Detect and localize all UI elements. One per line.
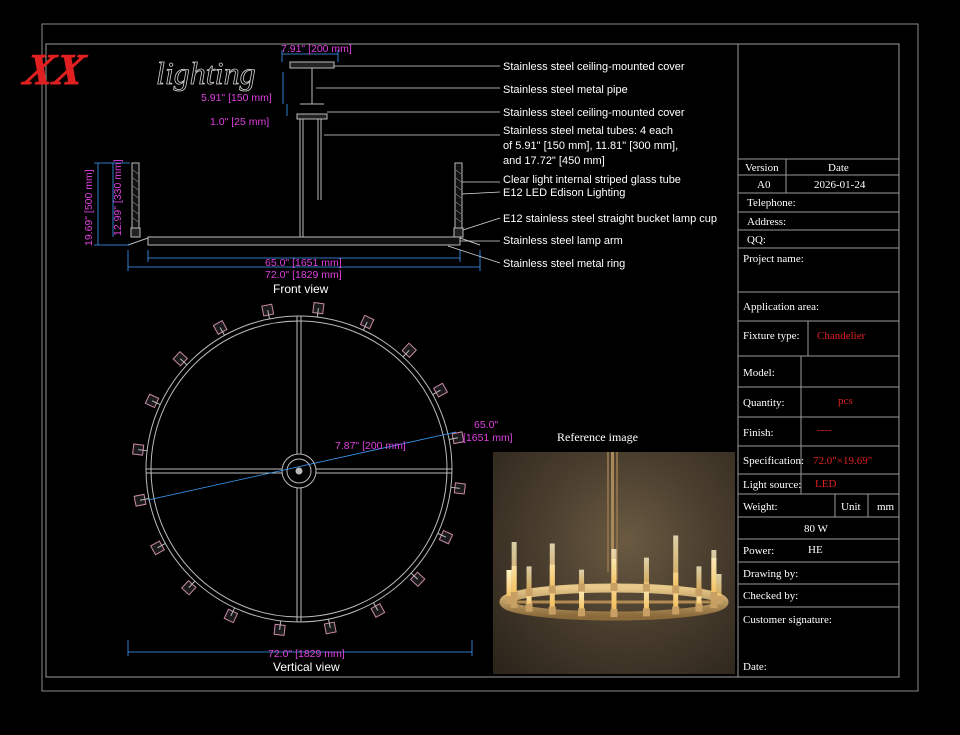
- sheet-inner-frame: [45, 43, 900, 678]
- reference-candle: [711, 549, 717, 598]
- tb-fixture-type-label: Fixture type:: [743, 330, 800, 342]
- logo-wordmark: lighting: [156, 55, 256, 91]
- reference-chandelier-illustration: [499, 452, 729, 621]
- dim-outer-span: 72.0" [1829 mm]: [265, 269, 342, 281]
- tb-address: Address:: [747, 216, 786, 228]
- dim-outer: 72.0" [1829 mm]: [268, 648, 345, 660]
- tb-unit-value: mm: [877, 501, 895, 513]
- callout-metal-tubes-line1: Stainless steel metal tubes: 4 each: [503, 125, 673, 137]
- reference-image: [493, 452, 735, 674]
- reference-cup: [525, 603, 533, 612]
- tb-wattage: 80 W: [804, 523, 829, 535]
- callout-edison: E12 LED Edison Lighting: [503, 187, 625, 199]
- tb-power-value: HE: [808, 544, 823, 556]
- reference-cup: [672, 606, 680, 615]
- reference-cup: [548, 606, 556, 615]
- callout-ceiling-cover: Stainless steel ceiling-mounted cover: [503, 61, 685, 73]
- reference-caption: Reference image: [557, 430, 638, 444]
- dim-cover-gap: 1.0" [25 mm]: [210, 116, 269, 128]
- tb-customer-signature: Customer signature:: [743, 614, 832, 626]
- reference-candle: [511, 541, 517, 598]
- reference-cup: [695, 588, 703, 597]
- tb-weight-label: Weight:: [743, 501, 778, 513]
- reference-cup: [610, 583, 618, 591]
- dim-total-height: 19.69" [500 mm]: [83, 169, 95, 246]
- tb-fixture-type-value: Chandelier: [817, 330, 866, 342]
- callout-metal-tubes-line3: and 17.72" [450 mm]: [503, 155, 605, 167]
- tb-quantity-label: Quantity:: [743, 397, 785, 409]
- reference-cup: [642, 608, 650, 617]
- tb-qq: QQ:: [747, 234, 766, 246]
- title-block-grid: [737, 44, 899, 677]
- tb-version-label: Version: [745, 162, 779, 174]
- callout-ceiling-cover-2: Stainless steel ceiling-mounted cover: [503, 107, 685, 119]
- reference-cup: [710, 591, 718, 600]
- tb-spec-value: 72.0"×19.69": [813, 455, 872, 467]
- callout-lamp-arm: Stainless steel lamp arm: [503, 235, 623, 247]
- tb-light-source-value: LED: [815, 478, 836, 490]
- callout-metal-ring: Stainless steel metal ring: [503, 258, 625, 270]
- tb-power-label: Power:: [743, 545, 774, 557]
- reference-cup: [610, 609, 618, 617]
- brand-logo: XX lighting: [18, 44, 256, 94]
- tb-quantity-value: pcs: [838, 395, 853, 407]
- dim-cover-width: 7.91" [200 mm]: [281, 43, 352, 55]
- reference-cup: [578, 583, 586, 592]
- reference-cup: [672, 585, 680, 594]
- vertical-view-drawing: [145, 315, 453, 623]
- callout-lamp-cup: E12 stainless steel straight bucket lamp…: [503, 213, 717, 225]
- tb-unit-label: Unit: [841, 501, 861, 513]
- reference-cup: [548, 585, 556, 594]
- technical-drawing: XX lighting 7.91" [200 mm] 5.91" [150 mm…: [18, 23, 919, 692]
- reference-cup: [525, 588, 533, 597]
- tb-checked-by: Checked by:: [743, 590, 798, 602]
- dim-inner-a: 65.0": [474, 419, 498, 431]
- tb-date-label: Date: [828, 162, 849, 174]
- callout-metal-tubes-line2: of 5.91" [150 mm], 11.81" [300 mm],: [503, 140, 678, 152]
- callout-metal-pipe: Stainless steel metal pipe: [503, 84, 628, 96]
- tb-application-area: Application area:: [743, 301, 819, 313]
- dim-inner-b: [1651 mm]: [463, 432, 513, 444]
- reference-cup: [710, 600, 718, 609]
- logo-mark: XX: [18, 44, 90, 93]
- tb-finish-label: Finish:: [743, 427, 774, 439]
- reference-cup: [578, 608, 586, 617]
- reference-cup: [642, 583, 650, 592]
- tb-telephone: Telephone:: [747, 197, 796, 209]
- reference-candle: [549, 543, 555, 592]
- tb-date-value: 2026-01-24: [814, 179, 866, 191]
- front-view-caption: Front view: [273, 282, 329, 296]
- reference-cup: [695, 603, 703, 612]
- dim-inner-span: 65.0" [1651 mm]: [265, 257, 342, 269]
- callout-leaders: [316, 65, 501, 264]
- vertical-view-caption: Vertical view: [273, 660, 340, 674]
- reference-candle: [673, 535, 679, 592]
- tb-version-value: A0: [757, 179, 771, 191]
- dim-tube-height: 12.99" [330 mm]: [112, 159, 124, 236]
- dim-pipe-length: 5.91" [150 mm]: [201, 92, 272, 104]
- callout-glass-tube: Clear light internal striped glass tube: [503, 174, 681, 186]
- tb-model-label: Model:: [743, 367, 775, 379]
- tb-finish-value: ----: [817, 424, 832, 436]
- tb-date-field: Date:: [743, 661, 767, 673]
- tb-drawing-by: Drawing by:: [743, 568, 798, 580]
- tb-light-source-label: Light source:: [743, 479, 801, 491]
- dim-hub: 7.87" [200 mm]: [335, 440, 406, 452]
- front-view-tube-stripes: [132, 169, 462, 223]
- tb-project-name: Project name:: [743, 253, 804, 265]
- reference-cup: [510, 591, 518, 600]
- tb-spec-label: Specification:: [743, 455, 804, 467]
